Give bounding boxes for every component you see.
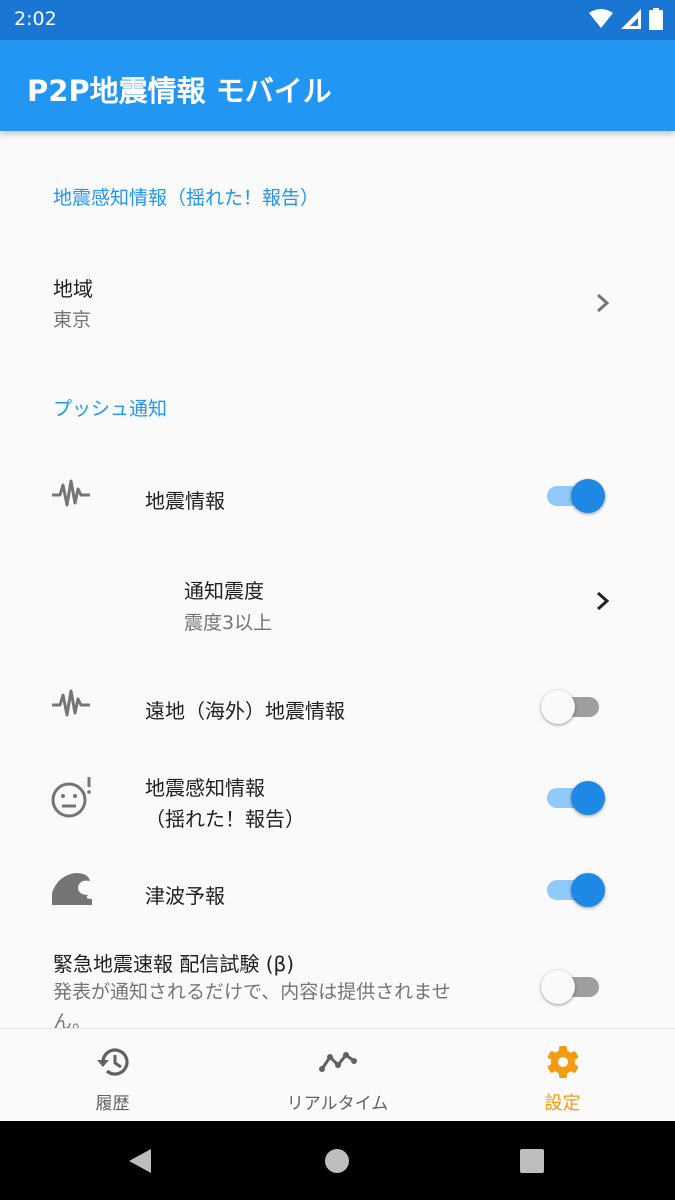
eew-test-toggle[interactable] [541, 967, 605, 1007]
bottom-nav: 履歴 リアルタイム 設定 [0, 1028, 675, 1121]
realtime-line-icon [318, 1052, 357, 1072]
nav-history-label: 履歴 [95, 1094, 130, 1114]
nav-settings-label: 設定 [544, 1093, 581, 1114]
battery-icon [649, 8, 663, 30]
quake-info-row[interactable]: 地震情報 [0, 451, 675, 541]
chevron-right-icon [597, 293, 610, 313]
shaken-face-icon [51, 777, 91, 818]
region-value: 東京 [53, 309, 92, 331]
status-time: 2:02 [14, 8, 57, 30]
detection-report-line2: （揺れた！報告） [145, 807, 305, 831]
tsunami-row[interactable]: 津波予報 [0, 851, 675, 941]
app-title: P2P地震情報 モバイル [27, 74, 332, 108]
region-title: 地域 [53, 277, 93, 301]
nav-realtime-label: リアルタイム [286, 1094, 389, 1114]
seismic-wave-icon [52, 479, 90, 507]
wifi-icon [589, 9, 613, 28]
distant-quake-toggle[interactable] [541, 687, 605, 727]
quake-info-toggle[interactable] [541, 476, 605, 516]
recents-icon[interactable] [520, 1149, 544, 1173]
seismic-wave-icon [52, 689, 90, 717]
chevron-right-icon [597, 591, 610, 611]
cell-signal-icon [621, 9, 641, 29]
status-icons [589, 8, 663, 30]
history-icon [96, 1048, 129, 1076]
eew-test-title: 緊急地震速報 配信試験 (β) [53, 952, 295, 976]
detection-report-row[interactable]: 地震感知情報 （揺れた！報告） [0, 751, 675, 851]
eew-test-desc-line1: 発表が通知されるだけで、内容は提供されませ [53, 981, 451, 1003]
status-bar: 2:02 [0, 0, 675, 40]
notify-intensity-title: 通知震度 [184, 579, 264, 603]
nav-realtime[interactable]: リアルタイム [225, 1029, 450, 1122]
settings-list[interactable]: 地震感知情報（揺れた！報告） 地域 東京 プッシュ通知 地震情報 通知震度 震度… [0, 131, 675, 1028]
tsunami-label: 津波予報 [145, 884, 225, 908]
detection-report-toggle[interactable] [541, 778, 605, 818]
nav-settings[interactable]: 設定 [450, 1029, 675, 1122]
notify-intensity-value: 震度3以上 [184, 612, 273, 634]
home-icon[interactable] [325, 1149, 349, 1173]
eew-test-desc-line2: ん。 [53, 1011, 92, 1028]
tsunami-wave-icon [52, 873, 92, 905]
quake-info-label: 地震情報 [145, 489, 225, 513]
back-icon[interactable] [127, 1148, 153, 1174]
detection-report-line1: 地震感知情報 [145, 776, 265, 800]
region-setting-row[interactable]: 地域 東京 [0, 246, 675, 354]
section-header-detection: 地震感知情報（揺れた！報告） [53, 187, 320, 209]
notify-intensity-row[interactable]: 通知震度 震度3以上 [0, 541, 675, 651]
distant-quake-label: 遠地（海外）地震情報 [145, 699, 345, 723]
system-nav-bar [0, 1121, 675, 1200]
eew-test-row[interactable]: 緊急地震速報 配信試験 (β) 発表が通知されるだけで、内容は提供されませ ん。 [0, 941, 675, 1028]
distant-quake-row[interactable]: 遠地（海外）地震情報 [0, 661, 675, 751]
section-header-push: プッシュ通知 [53, 398, 168, 420]
tsunami-toggle[interactable] [541, 870, 605, 910]
nav-history[interactable]: 履歴 [0, 1029, 225, 1122]
gear-icon [547, 1046, 578, 1078]
app-bar: P2P地震情報 モバイル [0, 40, 675, 131]
